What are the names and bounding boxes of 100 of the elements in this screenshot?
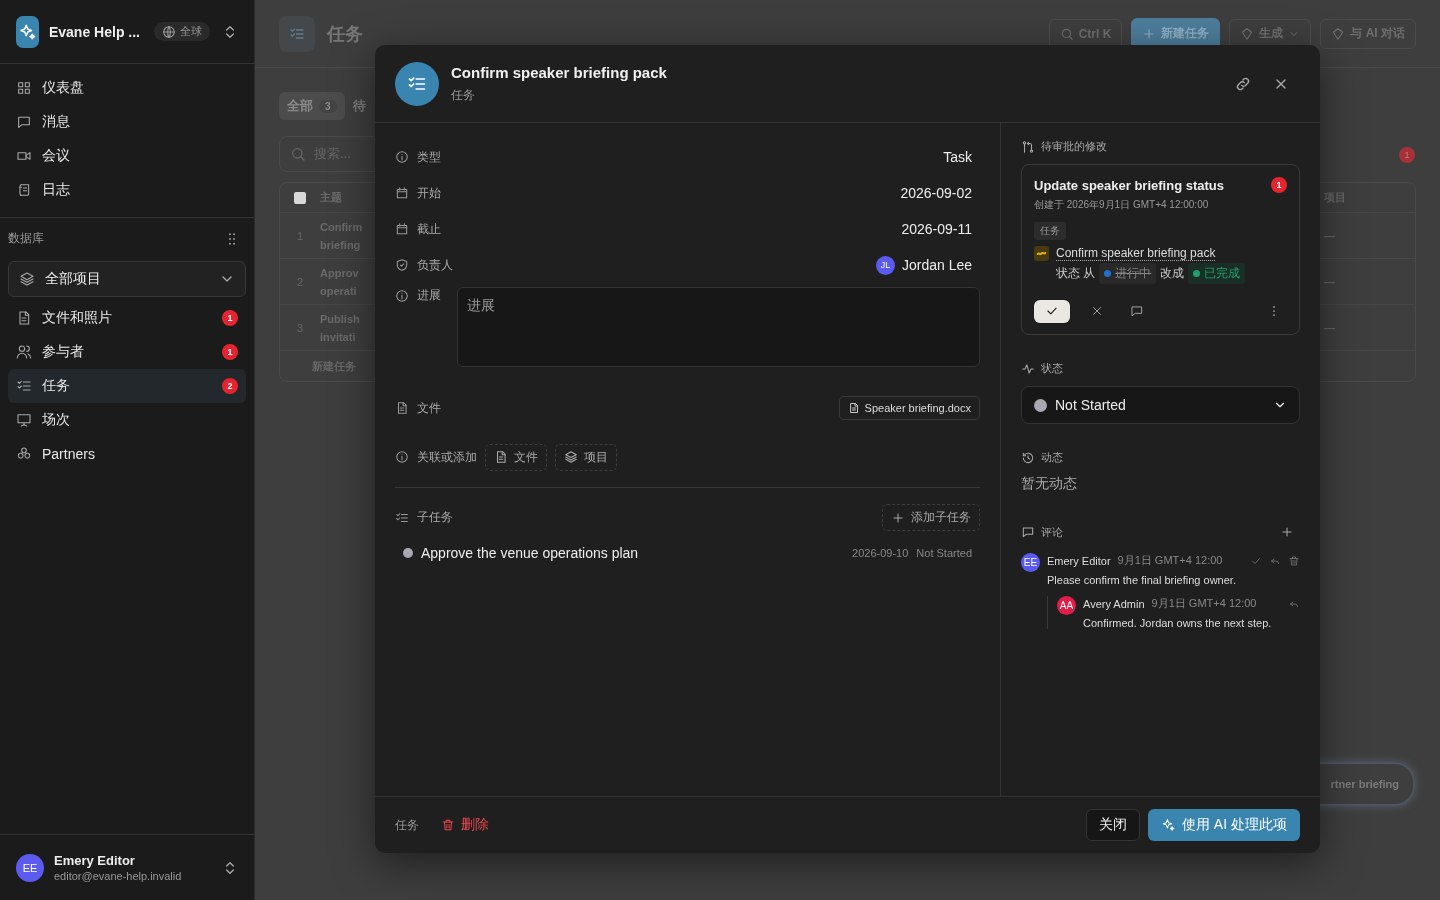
- file-icon: [494, 450, 508, 464]
- change-title: Update speaker briefing status: [1034, 177, 1225, 193]
- project-select[interactable]: 全部项目: [8, 261, 246, 297]
- field-label: 文件: [395, 399, 441, 417]
- scope-badge[interactable]: 全球: [154, 22, 210, 41]
- field-label: 开始: [395, 184, 441, 202]
- status-select[interactable]: Not Started: [1021, 386, 1300, 424]
- table-cell-text: —: [1323, 229, 1336, 242]
- grid-icon: [16, 80, 32, 96]
- plus-icon: [1142, 26, 1157, 41]
- user-name: Emery Editor: [54, 853, 136, 868]
- field-label: 进展: [395, 287, 441, 304]
- assignee-avatar: JL: [875, 255, 895, 275]
- nav-item[interactable]: 仪表盘: [8, 71, 246, 105]
- section-title: 评论: [1021, 524, 1063, 540]
- shield-icon: [395, 258, 409, 272]
- plus-icon: [891, 510, 905, 525]
- comment-text: Confirmed. Jordan owns the next step.: [1083, 617, 1273, 629]
- section-title: 状态: [1021, 361, 1300, 376]
- target-link[interactable]: Confirm speaker briefing pack: [1056, 246, 1216, 261]
- branch-icon: [1021, 139, 1035, 154]
- subtask-status: Not Started: [916, 547, 972, 559]
- author-avatar: EE: [1021, 553, 1040, 572]
- count-badge: 1: [1271, 177, 1287, 193]
- link-button[interactable]: 文件: [485, 443, 547, 471]
- history-icon: [1021, 450, 1035, 465]
- comment-time: 9月1日 GMT+4 12:00: [1117, 553, 1224, 568]
- file-icon: [847, 402, 860, 414]
- page-title: 任务: [327, 22, 363, 46]
- add-subtask-button[interactable]: 添加子任务: [882, 504, 980, 531]
- count-badge: 2: [222, 378, 238, 394]
- user-avatar: EE: [16, 853, 44, 882]
- approve-button[interactable]: [1034, 299, 1070, 323]
- nav-item[interactable]: Partners: [8, 437, 246, 471]
- field-value: 2026-09-11: [901, 221, 972, 237]
- circles-icon: [16, 446, 32, 462]
- notification-badge: 1: [1399, 147, 1415, 163]
- subtask-title[interactable]: Approve the venue operations plan: [421, 545, 845, 561]
- message-icon: [1021, 525, 1035, 539]
- link-button[interactable]: 项目: [555, 443, 617, 471]
- info-icon: [395, 150, 409, 164]
- nav-item[interactable]: 场次: [8, 403, 246, 437]
- diamond-icon: [1240, 26, 1255, 41]
- layers-icon: [564, 450, 578, 464]
- nav-item[interactable]: 日志: [8, 173, 246, 207]
- assignee-name[interactable]: Jordan Lee: [901, 257, 972, 273]
- field-label: 关联或添加: [395, 448, 477, 466]
- close-icon: [1090, 304, 1104, 318]
- change-text: 改成: [1160, 265, 1185, 282]
- progress-field[interactable]: 进展: [457, 287, 980, 367]
- wave-icon: [1034, 246, 1049, 261]
- change-text: 状态 从: [1056, 265, 1096, 282]
- table-cell-text: —: [1323, 321, 1336, 334]
- users-icon: [16, 344, 32, 360]
- file-icon: [395, 401, 409, 415]
- calendar-icon: [395, 186, 409, 200]
- table-cell-text: —: [1323, 275, 1336, 288]
- comment-text: Please confirm the final briefing owner.: [1047, 574, 1237, 586]
- layers-icon: [19, 271, 35, 287]
- nav-item[interactable]: 会议: [8, 139, 246, 173]
- diamond-icon: [1331, 26, 1346, 41]
- close-dialog-button[interactable]: 关闭: [1086, 809, 1140, 841]
- calendar-icon: [395, 222, 409, 236]
- user-email: editor@evane-help.invalid: [54, 870, 183, 882]
- section-title: 待审批的修改: [1021, 139, 1300, 154]
- nav-item[interactable]: 文件和照片 1: [8, 301, 246, 335]
- nav-item[interactable]: 参与者 1: [8, 335, 246, 369]
- empty-message: 暂无动态: [1021, 475, 1078, 493]
- item-type: 任务: [395, 816, 419, 834]
- delete-button[interactable]: 删除: [441, 816, 489, 834]
- select-all-checkbox[interactable]: [294, 192, 306, 205]
- old-status: 进行中: [1099, 263, 1157, 284]
- search-icon: [290, 146, 306, 162]
- file-chip[interactable]: Speaker briefing.docx: [838, 396, 980, 420]
- globe-icon: [162, 24, 176, 39]
- trash-icon: [441, 818, 455, 832]
- presentation-icon: [16, 412, 32, 428]
- count-badge: 1: [222, 344, 238, 360]
- info-icon: [395, 450, 409, 464]
- field-value: Task: [943, 149, 972, 165]
- sparkle-icon: [1161, 818, 1175, 832]
- checklist-icon: [16, 378, 32, 394]
- nav-item[interactable]: 消息: [8, 105, 246, 139]
- field-value: 2026-09-02: [900, 185, 972, 201]
- message-icon: [16, 114, 32, 130]
- dialog-subtitle: 任务: [451, 86, 476, 104]
- count-badge: 1: [222, 310, 238, 326]
- nav-item[interactable]: 任务 2: [8, 369, 246, 403]
- message-icon: [1130, 304, 1144, 318]
- comment-author: Avery Admin: [1083, 597, 1145, 610]
- created-date: 创建于 2026年9月1日 GMT+4 12:00:00: [1034, 198, 1209, 212]
- status-dot: [403, 548, 413, 558]
- section-title: 动态: [1021, 450, 1300, 465]
- checklist-icon: [395, 510, 409, 525]
- section-title: 数据库: [8, 230, 44, 247]
- search-icon: [1059, 26, 1074, 41]
- subtask-date: 2026-09-10: [852, 547, 909, 559]
- sparkle-icon: [18, 22, 37, 41]
- link-icon: [1235, 75, 1251, 92]
- ai-process-button[interactable]: 使用 AI 处理此项: [1148, 809, 1300, 841]
